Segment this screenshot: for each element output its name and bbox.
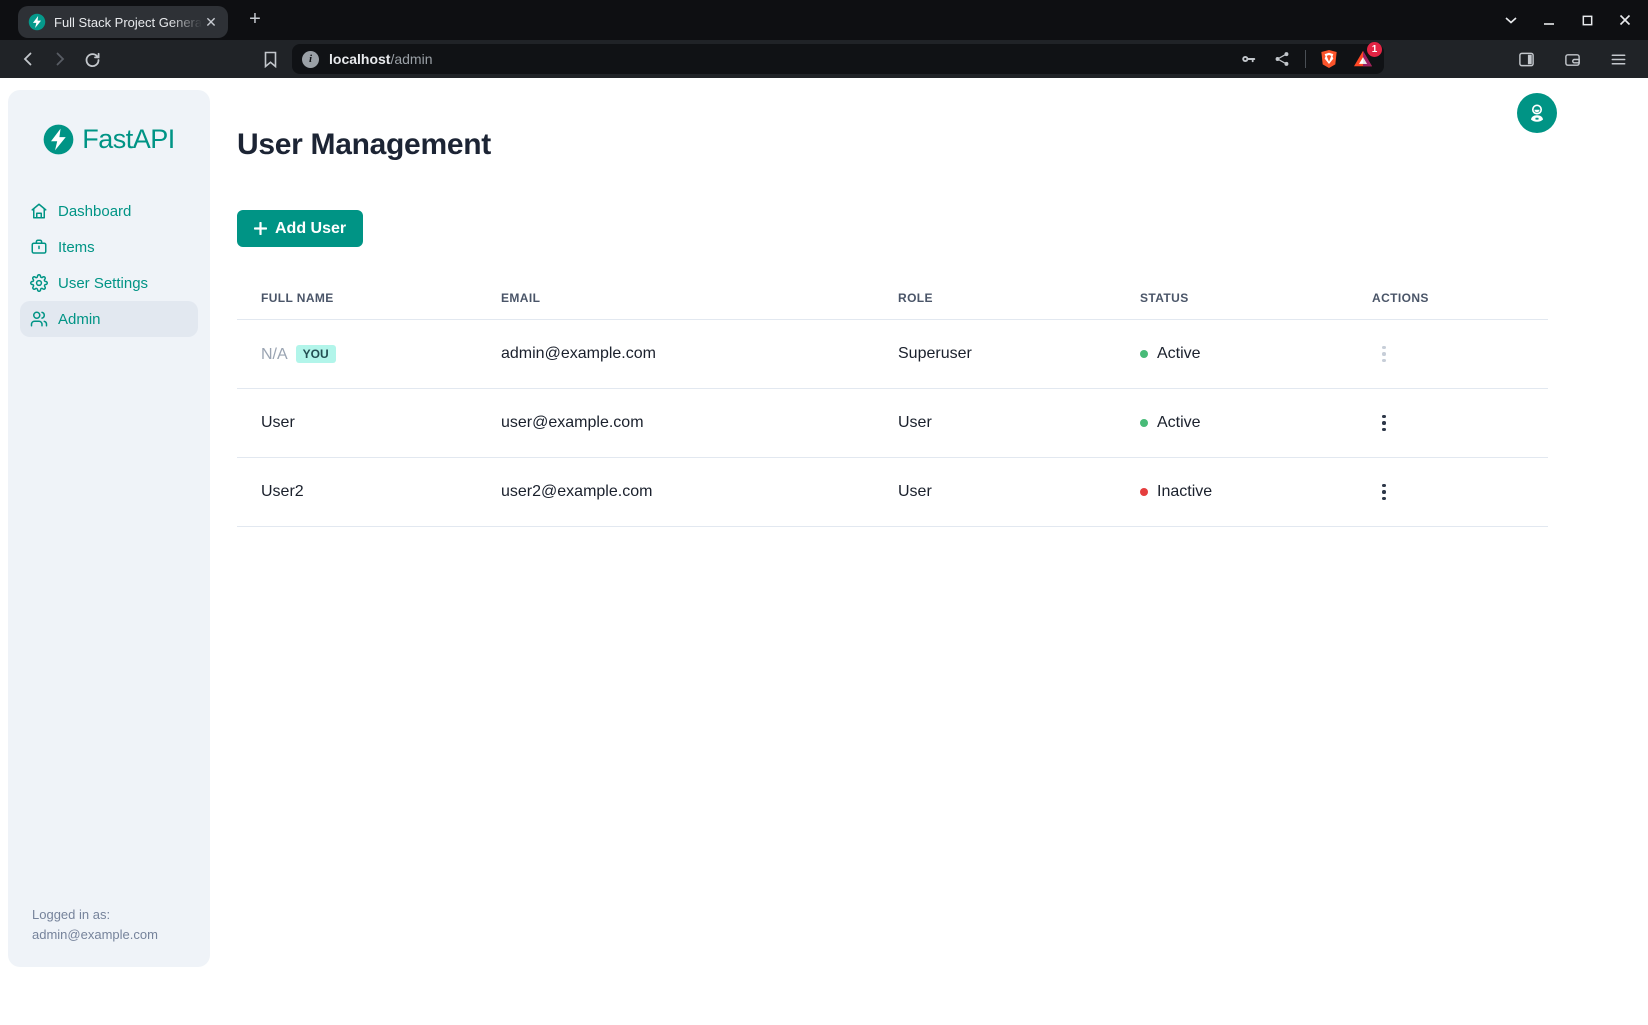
table-row: User user@example.com User Active [237,389,1548,458]
share-icon[interactable] [1271,48,1293,70]
sidebar-item-items[interactable]: Items [20,229,198,265]
forward-button[interactable] [46,45,74,73]
page-title: User Management [237,128,1548,162]
sidebar-nav: Dashboard Items User Settings Admin [20,193,198,337]
column-header-full-name: FULL NAME [237,281,477,320]
users-icon [30,310,48,328]
row-actions-menu-button[interactable] [1372,478,1396,507]
sidebar-item-label: Items [58,239,95,256]
side-panel-icon[interactable] [1512,45,1540,73]
plus-icon [254,222,267,235]
logged-in-info: Logged in as: admin@example.com [20,905,198,945]
cell-status: Active [1157,414,1201,432]
cell-full-name: User [237,389,477,458]
you-badge: YOU [296,345,336,363]
user-astronaut-icon [1526,102,1548,124]
password-key-icon[interactable] [1237,48,1259,70]
column-header-actions: ACTIONS [1348,281,1548,320]
divider [1305,50,1306,68]
column-header-email: EMAIL [477,281,874,320]
new-tab-button[interactable]: + [242,7,268,33]
rewards-badge: 1 [1367,42,1382,57]
status-dot [1140,350,1148,358]
fastapi-favicon-icon [28,13,46,31]
app-content: FastAPI Dashboard Items User Settings [0,78,1648,1025]
logo-text: FastAPI [82,124,175,155]
fastapi-bolt-icon [43,124,74,155]
sidebar-item-label: Dashboard [58,203,131,220]
browser-toolbar: i localhost/admin 1 [0,40,1648,78]
table-row: N/A YOU admin@example.com Superuser Activ… [237,320,1548,389]
url-host: localhost [329,51,390,67]
cell-full-name: User2 [237,458,477,527]
column-header-role: ROLE [874,281,1116,320]
row-actions-menu-button[interactable] [1372,409,1396,438]
tab-search-chevron-icon[interactable] [1502,11,1520,29]
table-header-row: FULL NAME EMAIL ROLE STATUS ACTIONS [237,281,1548,320]
row-actions-menu-button[interactable] [1372,340,1396,369]
sidebar-item-admin[interactable]: Admin [20,301,198,337]
sidebar-item-user-settings[interactable]: User Settings [20,265,198,301]
back-button[interactable] [14,45,42,73]
user-avatar-button[interactable] [1517,93,1557,133]
logged-in-email: admin@example.com [32,925,198,945]
reload-button[interactable] [78,45,106,73]
table-row: User2 user2@example.com User Inactive [237,458,1548,527]
menu-icon[interactable] [1604,45,1632,73]
add-user-button[interactable]: Add User [237,210,363,247]
status-dot [1140,488,1148,496]
wallet-icon[interactable] [1558,45,1586,73]
url-text[interactable]: localhost/admin [329,51,433,67]
site-info-icon[interactable]: i [302,51,319,68]
window-maximize-button[interactable] [1578,11,1596,29]
browser-tab[interactable]: Full Stack Project Genera ✕ [18,6,228,38]
logged-in-label: Logged in as: [32,905,198,925]
sidebar-item-label: User Settings [58,275,148,292]
cell-email: user@example.com [477,389,874,458]
cell-status: Inactive [1157,483,1212,501]
browser-tab-bar: Full Stack Project Genera ✕ + [0,0,1648,40]
home-icon [30,202,48,220]
window-close-button[interactable] [1616,11,1634,29]
brave-rewards-icon[interactable]: 1 [1352,48,1374,70]
bookmark-icon[interactable] [256,45,284,73]
sidebar-item-dashboard[interactable]: Dashboard [20,193,198,229]
users-table: FULL NAME EMAIL ROLE STATUS ACTIONS N/A Y… [237,281,1548,527]
window-minimize-button[interactable] [1540,11,1558,29]
status-dot [1140,419,1148,427]
add-user-label: Add User [275,220,346,238]
address-bar[interactable]: i localhost/admin 1 [292,44,1384,74]
sidebar: FastAPI Dashboard Items User Settings [8,90,210,967]
briefcase-icon [30,238,48,256]
url-path: /admin [390,51,432,67]
cell-full-name: N/A [261,346,288,363]
brave-shield-icon[interactable] [1318,48,1340,70]
fastapi-logo: FastAPI [20,124,198,155]
tab-close-icon[interactable]: ✕ [202,13,220,31]
cell-role: User [874,458,1116,527]
cell-email: admin@example.com [477,320,874,389]
tab-title: Full Stack Project Genera [54,15,202,30]
cell-email: user2@example.com [477,458,874,527]
main-panel: User Management Add User FULL NAME EMAIL… [210,78,1648,1025]
gear-icon [30,274,48,292]
cell-status: Active [1157,345,1201,363]
cell-role: User [874,389,1116,458]
column-header-status: STATUS [1116,281,1348,320]
cell-role: Superuser [874,320,1116,389]
sidebar-item-label: Admin [58,311,101,328]
